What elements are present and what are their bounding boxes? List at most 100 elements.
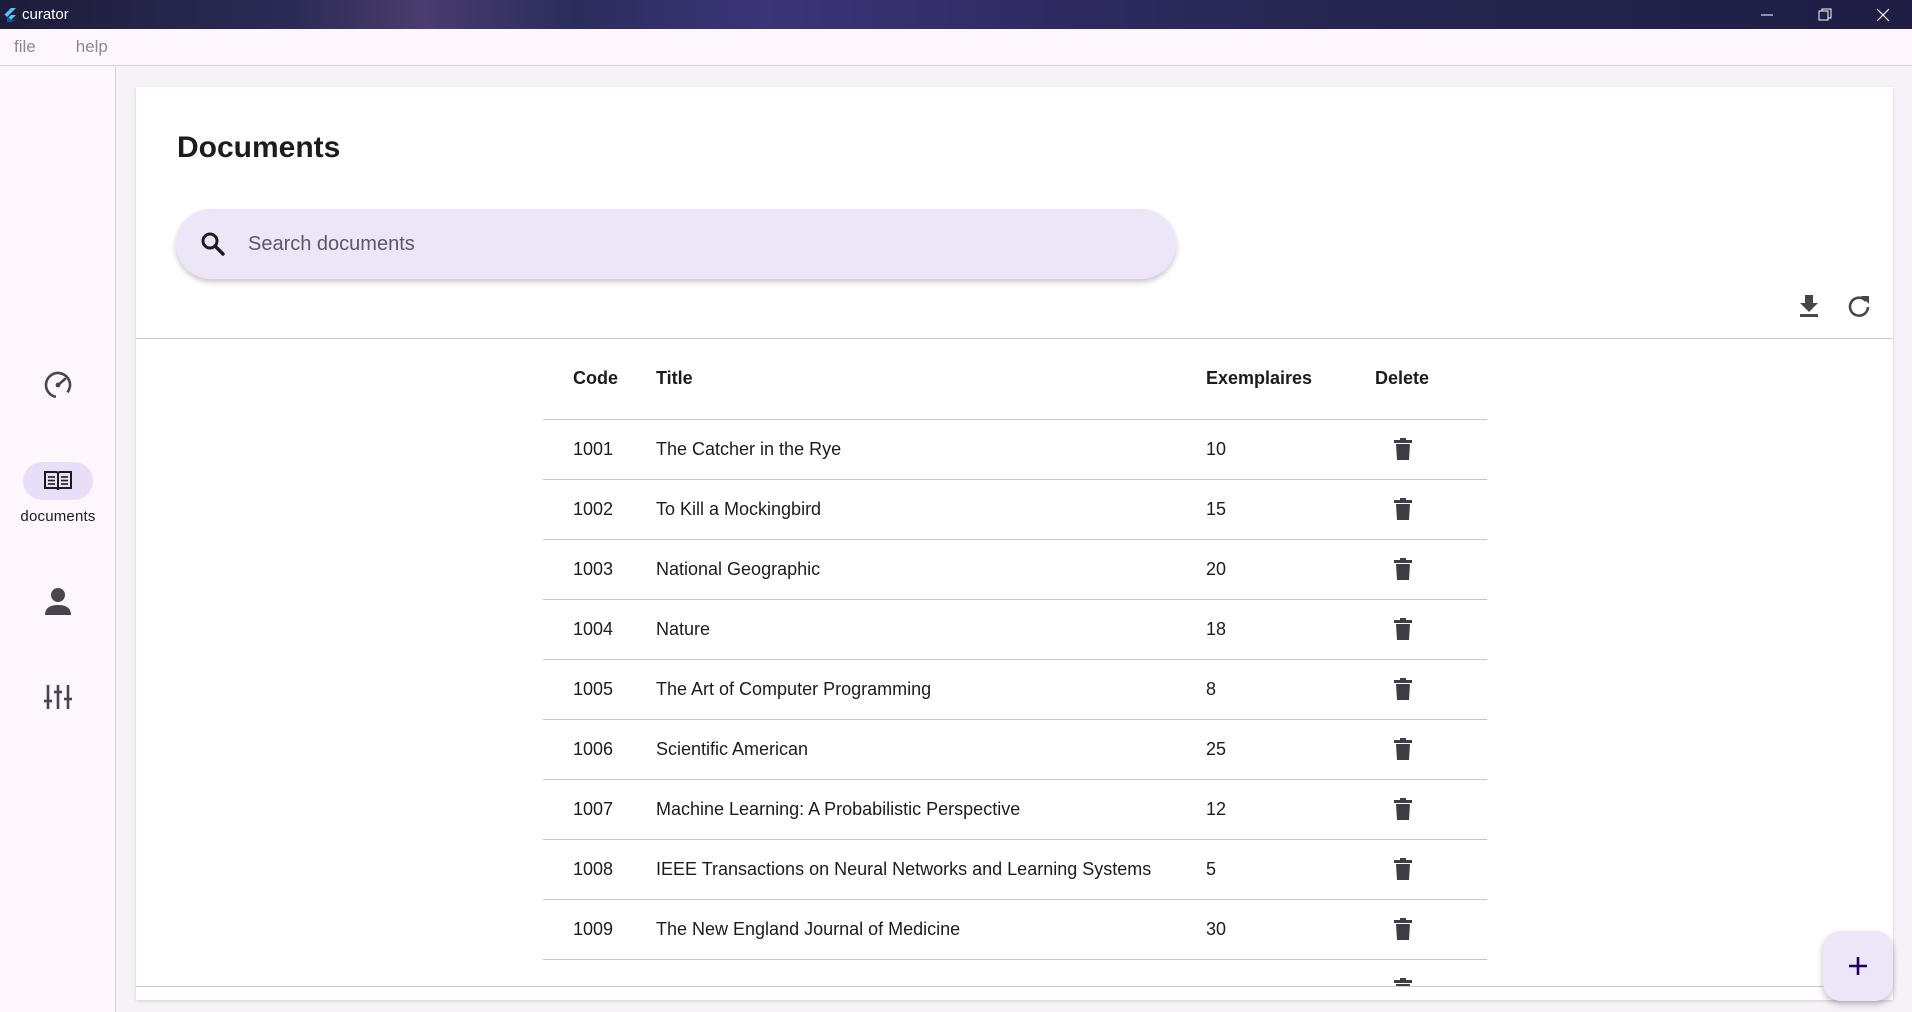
menu-bar: file help xyxy=(0,29,1912,66)
refresh-icon xyxy=(1848,296,1870,317)
trash-icon xyxy=(1394,678,1412,700)
cell-title: National Geographic xyxy=(656,539,1206,600)
cell-exemplaires: 25 xyxy=(1206,719,1374,780)
book-icon xyxy=(44,471,72,491)
cell-exemplaires: 12 xyxy=(1206,779,1374,840)
cell-code: 1001 xyxy=(543,419,656,480)
trash-icon xyxy=(1394,618,1412,640)
table-row[interactable]: 1007 Machine Learning: A Probabilistic P… xyxy=(543,779,1487,840)
person-icon xyxy=(45,588,71,615)
cell-code: 1009 xyxy=(543,899,656,960)
delete-button[interactable] xyxy=(1383,429,1423,469)
delete-button[interactable] xyxy=(1383,729,1423,769)
table-header-row: Code Title Exemplaires Delete xyxy=(543,339,1487,420)
cell-exemplaires: 10 xyxy=(1206,419,1374,480)
rail-pill xyxy=(23,582,93,620)
delete-button[interactable] xyxy=(1383,489,1423,529)
minimize-icon xyxy=(1761,14,1773,15)
cell-title: The Catcher in the Rye xyxy=(656,419,1206,480)
cell-title: Scientific American xyxy=(656,719,1206,780)
table-row[interactable]: 1005 The Art of Computer Programming 8 xyxy=(543,659,1487,720)
rail-pill xyxy=(23,678,93,716)
rail-item-documents[interactable]: documents xyxy=(0,462,116,525)
rail-item-users[interactable] xyxy=(0,582,116,620)
rail-pill-active xyxy=(23,462,93,500)
trash-icon xyxy=(1394,558,1412,580)
search-bar[interactable] xyxy=(176,209,1176,279)
cell-title: The New England Journal of Medicine xyxy=(656,899,1206,960)
cell-title xyxy=(656,959,1206,986)
rail-item-settings[interactable] xyxy=(0,678,116,716)
cell-code: 1004 xyxy=(543,599,656,660)
rail-label-documents: documents xyxy=(20,508,96,525)
table-row[interactable]: 1003 National Geographic 20 xyxy=(543,539,1487,600)
cell-title: To Kill a Mockingbird xyxy=(656,479,1206,540)
cell-title: Machine Learning: A Probabilistic Perspe… xyxy=(656,779,1206,840)
documents-panel: Documents Code Title Exemplaires D xyxy=(136,87,1893,1000)
minimize-button[interactable] xyxy=(1738,0,1796,29)
table-row[interactable]: 1001 The Catcher in the Rye 10 xyxy=(543,419,1487,480)
title-bar: curator xyxy=(0,0,1912,29)
cell-title: Nature xyxy=(656,599,1206,660)
rail-item-dashboard[interactable] xyxy=(0,366,116,404)
download-icon xyxy=(1800,295,1818,317)
delete-button[interactable] xyxy=(1383,969,1423,986)
delete-button[interactable] xyxy=(1383,549,1423,589)
header-title[interactable]: Title xyxy=(656,339,1206,420)
search-input[interactable] xyxy=(248,232,1048,256)
cell-exemplaires: 30 xyxy=(1206,899,1374,960)
delete-button[interactable] xyxy=(1383,609,1423,649)
header-code[interactable]: Code xyxy=(543,339,656,420)
documents-table-container[interactable]: Code Title Exemplaires Delete 1001 The C… xyxy=(543,339,1487,986)
page-title: Documents xyxy=(177,131,341,164)
delete-button[interactable] xyxy=(1383,909,1423,949)
cell-code: 1005 xyxy=(543,659,656,720)
cell-exemplaires xyxy=(1206,959,1374,986)
trash-icon xyxy=(1394,918,1412,940)
delete-button[interactable] xyxy=(1383,669,1423,709)
close-button[interactable] xyxy=(1854,0,1912,29)
menu-help[interactable]: help xyxy=(76,37,108,57)
documents-table: Code Title Exemplaires Delete 1001 The C… xyxy=(543,339,1487,986)
table-row[interactable]: 1002 To Kill a Mockingbird 15 xyxy=(543,479,1487,540)
restore-button[interactable] xyxy=(1796,0,1854,29)
refresh-button[interactable] xyxy=(1841,288,1877,324)
trash-icon xyxy=(1394,978,1412,986)
cell-code: 1002 xyxy=(543,479,656,540)
navigation-rail: documents xyxy=(0,67,116,1012)
table-row[interactable]: 1004 Nature 18 xyxy=(543,599,1487,660)
table-row[interactable]: 1009 The New England Journal of Medicine… xyxy=(543,899,1487,960)
trash-icon xyxy=(1394,438,1412,460)
cell-exemplaires: 8 xyxy=(1206,659,1374,720)
header-delete: Delete xyxy=(1374,339,1487,420)
cell-title: The Art of Computer Programming xyxy=(656,659,1206,720)
plus-icon xyxy=(1849,957,1867,975)
divider xyxy=(136,986,1893,987)
trash-icon xyxy=(1394,798,1412,820)
cell-exemplaires: 5 xyxy=(1206,839,1374,900)
header-exemplaires[interactable]: Exemplaires xyxy=(1206,339,1374,420)
add-document-button[interactable] xyxy=(1823,931,1893,1001)
cell-code xyxy=(543,959,656,986)
cell-code: 1007 xyxy=(543,779,656,840)
cell-exemplaires: 15 xyxy=(1206,479,1374,540)
app-logo-icon xyxy=(4,7,16,22)
table-row[interactable] xyxy=(543,959,1487,986)
table-row[interactable]: 1006 Scientific American 25 xyxy=(543,719,1487,780)
download-button[interactable] xyxy=(1791,288,1827,324)
cell-exemplaires: 18 xyxy=(1206,599,1374,660)
cell-title: IEEE Transactions on Neural Networks and… xyxy=(656,839,1206,900)
trash-icon xyxy=(1394,858,1412,880)
speedometer-icon xyxy=(44,371,72,399)
search-icon xyxy=(201,232,225,256)
cell-code: 1008 xyxy=(543,839,656,900)
restore-icon xyxy=(1818,8,1832,20)
cell-code: 1003 xyxy=(543,539,656,600)
trash-icon xyxy=(1394,738,1412,760)
delete-button[interactable] xyxy=(1383,789,1423,829)
delete-button[interactable] xyxy=(1383,849,1423,889)
sliders-icon xyxy=(44,685,72,709)
table-row[interactable]: 1008 IEEE Transactions on Neural Network… xyxy=(543,839,1487,900)
cell-code: 1006 xyxy=(543,719,656,780)
menu-file[interactable]: file xyxy=(14,37,36,57)
